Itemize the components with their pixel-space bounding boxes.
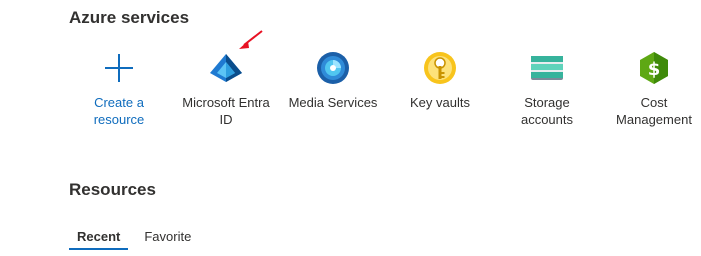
- cost-management-tile[interactable]: $ Cost Management: [604, 50, 701, 128]
- media-services-tile[interactable]: Media Services: [283, 50, 383, 111]
- entra-id-icon: [208, 50, 244, 86]
- create-resource-label: Create a resource: [93, 95, 145, 127]
- key-vaults-tile[interactable]: Key vaults: [390, 50, 490, 111]
- media-services-label: Media Services: [288, 95, 378, 110]
- svg-text:$: $: [648, 59, 661, 80]
- media-services-icon: [315, 50, 351, 86]
- key-vault-icon: [422, 50, 458, 86]
- azure-services-heading: Azure services: [69, 8, 190, 27]
- microsoft-entra-id-tile[interactable]: Microsoft Entra ID: [176, 50, 276, 128]
- cost-management-label: Cost Management: [616, 95, 692, 127]
- resources-heading: Resources: [69, 180, 156, 199]
- create-resource-tile[interactable]: Create a resource: [69, 50, 169, 128]
- storage-accounts-icon: [529, 50, 565, 86]
- annotation-arrow-icon: [239, 30, 263, 49]
- cost-management-icon: $: [636, 50, 672, 86]
- microsoft-entra-id-label: Microsoft Entra ID: [182, 95, 270, 127]
- key-vaults-label: Key vaults: [410, 95, 470, 110]
- resources-tab-list: Recent Favorite: [69, 228, 199, 252]
- storage-accounts-tile[interactable]: Storage accounts: [497, 50, 597, 128]
- tab-recent[interactable]: Recent: [69, 228, 129, 250]
- plus-icon: [101, 50, 137, 86]
- tab-favorite[interactable]: Favorite: [136, 228, 199, 252]
- storage-accounts-label: Storage accounts: [520, 95, 574, 127]
